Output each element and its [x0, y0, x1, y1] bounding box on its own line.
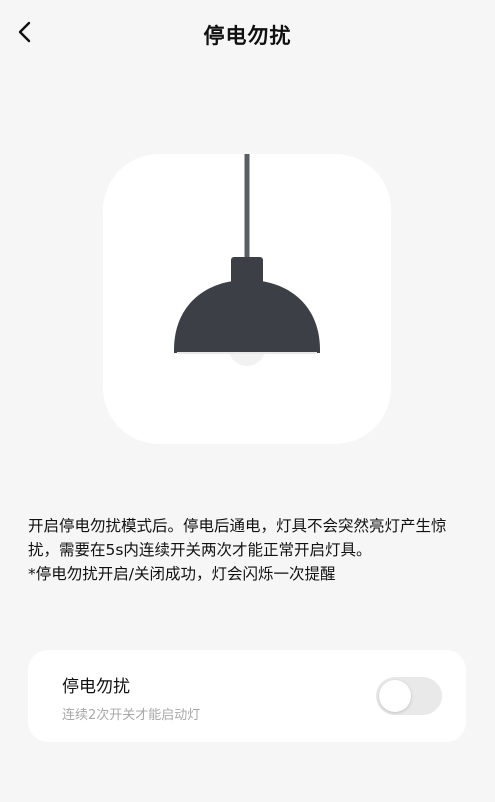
header: 停电勿扰 [0, 0, 495, 72]
setting-subtitle: 连续2次开关才能启动灯 [62, 708, 201, 723]
pendant-lamp-icon [174, 154, 320, 366]
setting-card: 停电勿扰 连续2次开关才能启动灯 [28, 650, 466, 742]
description: 开启停电勿扰模式后。停电后通电，灯具不会突然亮灯产生惊扰，需要在5s内连续开关两… [28, 514, 472, 586]
setting-title: 停电勿扰 [62, 677, 130, 697]
power-outage-toggle[interactable] [376, 677, 442, 715]
page-title: 停电勿扰 [203, 24, 292, 48]
description-note: *停电勿扰开启/关闭成功，灯会闪烁一次提醒 [28, 565, 336, 583]
description-paragraph: 开启停电勿扰模式后。停电后通电，灯具不会突然亮灯产生惊扰，需要在5s内连续开关两… [28, 517, 447, 559]
illustration-card [103, 154, 391, 444]
toggle-knob [379, 680, 411, 712]
